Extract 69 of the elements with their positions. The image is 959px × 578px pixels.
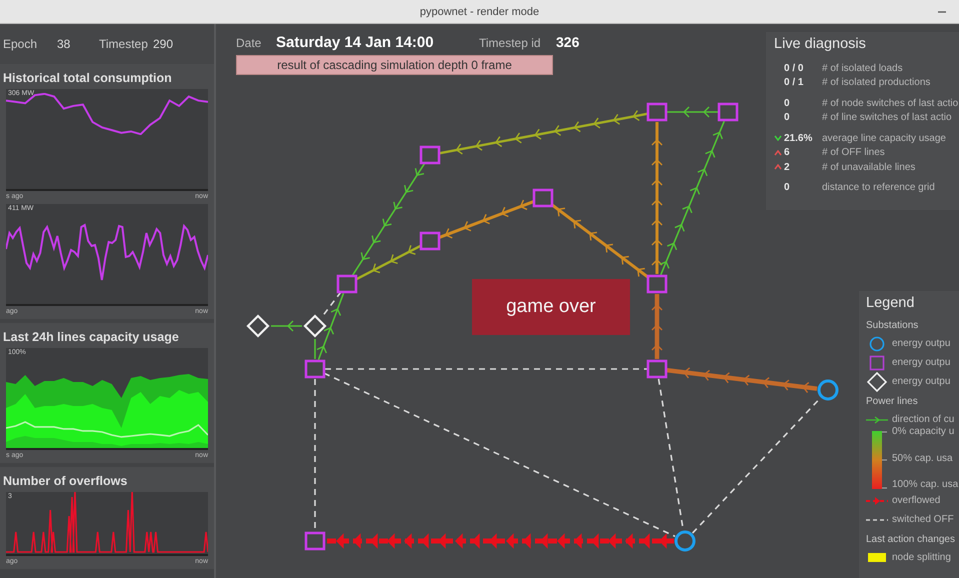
timestep-id-value: 326 (556, 34, 580, 50)
substation-square (336, 274, 358, 294)
diagnosis-value: 21.6% (784, 132, 814, 144)
panel-title: Historical total consumption (2, 70, 173, 87)
substation-square (646, 274, 668, 294)
timestep-value: 290 (153, 37, 174, 51)
switched-off-line (322, 291, 342, 316)
power-line (667, 106, 718, 118)
epoch-value: 38 (57, 37, 72, 51)
panel-title: Legend (866, 295, 916, 311)
panel-title: Last 24h lines capacity usage (2, 329, 180, 346)
diagnosis-label: # of isolated loads (822, 62, 903, 74)
substation-square (420, 232, 440, 250)
diagnosis-value: 2 (784, 162, 791, 173)
substation-square (304, 532, 326, 550)
diagnosis-value: 0 / 0 (784, 62, 804, 74)
substation-square (718, 102, 738, 122)
timestep-id-label: Timestep id (479, 36, 542, 50)
substation-circle (818, 380, 838, 400)
diagnosis-label: # of isolated productions (822, 77, 930, 88)
date-label: Date (236, 36, 262, 50)
substation-square (646, 102, 668, 122)
diagnosis-label: # of unavailable lines (822, 162, 916, 173)
diagnosis-value: 0 (784, 112, 791, 124)
diagnosis-label: distance to reference grid (822, 182, 935, 194)
legend-section-title: Last action changes (866, 534, 956, 545)
substation-circle (674, 530, 696, 552)
diamond-icon (867, 372, 887, 392)
dashed-line-icon (866, 518, 888, 522)
legend-section-title: Power lines (866, 396, 919, 407)
substation-square (304, 360, 326, 378)
substation-diamond (246, 314, 270, 338)
legend-label: node splitting (892, 552, 951, 563)
diagnosis-value: 0 (784, 98, 791, 109)
substation-square (420, 146, 440, 164)
diagnosis-label: # of OFF lines (822, 147, 885, 158)
power-line (651, 294, 663, 359)
legend-label: energy outpu (892, 376, 950, 387)
overflow-arrow-icon (866, 496, 888, 506)
epoch-label: Epoch (3, 37, 38, 51)
legend-label: direction of cu (892, 414, 954, 425)
legend-label: 100% cap. usa (892, 479, 958, 490)
panel-title: Number of overflows (2, 473, 128, 490)
substation-square (532, 188, 554, 208)
game-over-banner: game over (472, 279, 630, 335)
window-title: pypownet - render mode (420, 6, 540, 18)
legend-label: 50% cap. usa (892, 452, 954, 464)
legend-section-title: Substations (866, 320, 920, 331)
substation-diamond (303, 314, 327, 338)
panel-title: Live diagnosis (774, 36, 867, 52)
legend-label: energy outpu (892, 338, 950, 349)
legend-label: energy outpu (892, 357, 950, 368)
legend-label: switched OFF (892, 514, 954, 525)
diagnosis-value: 0 (784, 182, 791, 194)
simulation-banner: result of cascading simulation depth 0 frame (236, 55, 553, 75)
substation-square (646, 360, 668, 378)
date-value: Saturday 14 Jan 14:00 (276, 34, 435, 51)
legend-label: 0% capacity u (892, 426, 956, 437)
diagnosis-label: # of line switches of last actio (822, 112, 952, 124)
diagnosis-value: 6 (784, 147, 791, 158)
diagnosis-label: average line capacity usage (822, 132, 946, 144)
diagnosis-label: # of node switches of last actio (822, 98, 958, 109)
diagnosis-value: 0 / 1 (784, 77, 804, 88)
check-icon (774, 135, 782, 142)
circle-icon (869, 336, 885, 352)
square-icon (869, 354, 885, 370)
timestep-label: Timestep (99, 37, 149, 51)
power-line (271, 320, 302, 332)
legend-label: overflowed (892, 495, 940, 506)
